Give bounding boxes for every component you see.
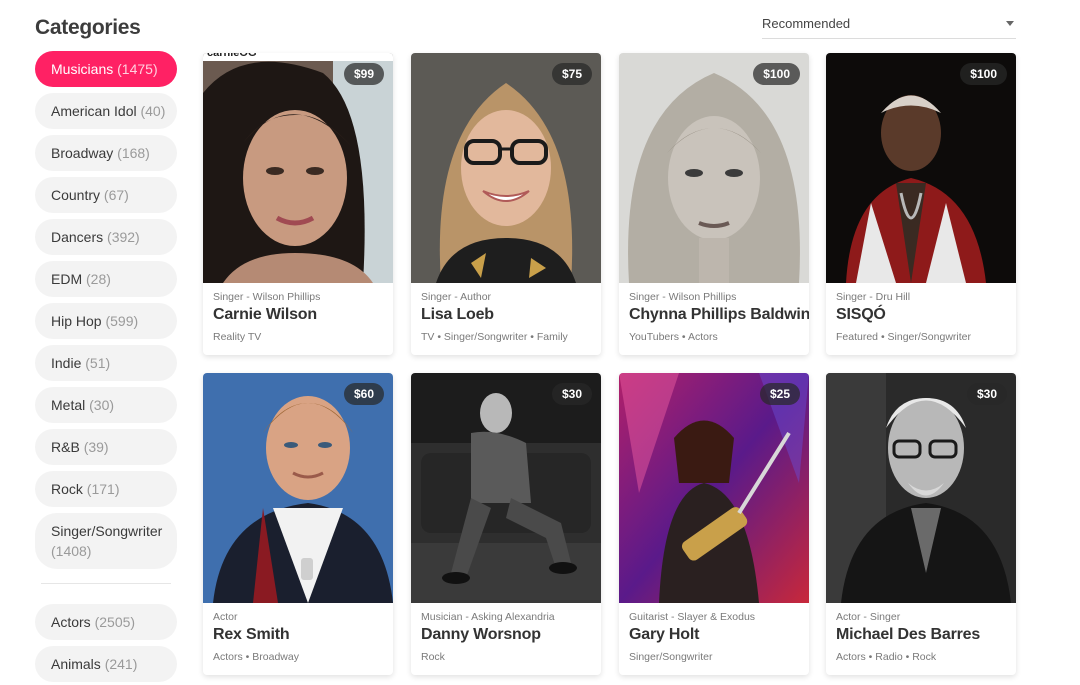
price-badge: $60 — [343, 383, 384, 405]
category-label: R&B — [51, 439, 80, 455]
category-count: (1475) — [117, 61, 158, 77]
talent-name: SISQÓ — [836, 306, 886, 323]
talent-photo — [411, 373, 601, 603]
category-count: (40) — [140, 103, 166, 119]
talent-name: Gary Holt — [629, 626, 700, 643]
talent-role: Musician - Asking Alexandria — [421, 611, 555, 623]
category-label: Animals — [51, 656, 101, 672]
chevron-down-icon — [1006, 21, 1014, 26]
talent-photo — [619, 53, 809, 283]
talent-tags: Actors • Radio • Rock — [836, 651, 937, 663]
category-count: (67) — [103, 187, 129, 203]
talent-tags: YouTubers • Actors — [629, 331, 718, 343]
talent-photo — [411, 53, 601, 283]
category-count: (1408) — [51, 543, 92, 559]
talent-tags: Rock — [421, 651, 445, 663]
price-badge: $30 — [551, 383, 592, 405]
talent-photo: carnieOG — [203, 53, 393, 283]
talent-name: Carnie Wilson — [213, 306, 317, 323]
talent-tags: Actors • Broadway — [213, 651, 299, 663]
category-count: (168) — [117, 145, 150, 161]
category-actors[interactable]: Actors (2505) — [35, 604, 177, 640]
category-label: Musicians — [51, 61, 114, 77]
talent-tags: Featured • Singer/Songwriter — [836, 331, 971, 343]
category-label: Country — [51, 187, 101, 203]
talent-name: Michael Des Barres — [836, 626, 981, 643]
talent-photo — [203, 373, 393, 603]
talent-role: Singer - Wilson Phillips — [213, 291, 321, 303]
category-metal[interactable]: Metal (30) — [35, 387, 177, 423]
talent-tags: Reality TV — [213, 331, 262, 343]
price-badge: $75 — [551, 63, 592, 85]
talent-photo — [826, 373, 1016, 603]
sort-selected-label: Recommended — [762, 16, 851, 31]
talent-role: Actor — [213, 611, 238, 623]
category-count: (2505) — [94, 614, 136, 630]
category-count: (39) — [83, 439, 109, 455]
category-count: (30) — [89, 397, 115, 413]
category-count: (28) — [86, 271, 111, 287]
talent-card-rex-smith[interactable]: $60 Actor Rex Smith Actors • Broadway — [203, 373, 393, 675]
category-indie[interactable]: Indie (51) — [35, 345, 177, 381]
price-badge: $100 — [753, 63, 800, 85]
sort-dropdown[interactable]: Recommended — [762, 8, 1016, 39]
category-label: Dancers — [51, 229, 104, 245]
category-label: Broadway — [51, 145, 114, 161]
category-rock[interactable]: Rock (171) — [35, 471, 177, 507]
talent-role: Singer - Author — [421, 291, 492, 303]
category-singer-songwriter[interactable]: Singer/Songwriter (1408) — [35, 513, 177, 569]
category-label: Indie — [51, 355, 82, 371]
talent-role: Guitarist - Slayer & Exodus — [629, 611, 756, 623]
categories-title: Categories — [35, 16, 141, 39]
category-label: Actors — [51, 614, 91, 630]
photo-watermark: carnieOG — [203, 53, 393, 61]
talent-card-michael-des-barres[interactable]: $30 Actor - Singer Michael Des Barres Ac… — [826, 373, 1016, 675]
category-rnb[interactable]: R&B (39) — [35, 429, 177, 465]
category-label: Singer/Songwriter — [51, 523, 163, 539]
talent-card-lisa-loeb[interactable]: $75 Singer - Author Lisa Loeb TV • Singe… — [411, 53, 601, 355]
talent-card-chynna-phillips-baldwin[interactable]: $100 Singer - Wilson Phillips Chynna Phi… — [619, 53, 809, 355]
category-label: Rock — [51, 481, 83, 497]
talent-card-gary-holt[interactable]: $25 Guitarist - Slayer & Exodus Gary Hol… — [619, 373, 809, 675]
talent-name: Chynna Phillips Baldwin — [629, 306, 809, 323]
category-count: (51) — [85, 355, 111, 371]
talent-card-danny-worsnop[interactable]: $30 Musician - Asking Alexandria Danny W… — [411, 373, 601, 675]
talent-photo — [619, 373, 809, 603]
talent-role: Actor - Singer — [836, 611, 901, 623]
talent-card-carnie-wilson[interactable]: carnieOG $99 Singer - Wilson Phillips Ca… — [203, 53, 393, 355]
price-badge: $99 — [343, 63, 384, 85]
category-label: Hip Hop — [51, 313, 102, 329]
price-badge: $30 — [966, 383, 1007, 405]
category-count: (392) — [107, 229, 140, 245]
category-label: American Idol — [51, 103, 137, 119]
category-label: Metal — [51, 397, 86, 413]
category-animals[interactable]: Animals (241) — [35, 646, 177, 682]
talent-role: Singer - Wilson Phillips — [629, 291, 737, 303]
price-badge: $100 — [960, 63, 1007, 85]
category-label: EDM — [51, 271, 83, 287]
category-count: (599) — [105, 313, 139, 329]
talent-name: Rex Smith — [213, 626, 290, 643]
category-dancers[interactable]: Dancers (392) — [35, 219, 177, 255]
category-american-idol[interactable]: American Idol (40) — [35, 93, 177, 129]
category-count: (171) — [86, 481, 120, 497]
talent-name: Lisa Loeb — [421, 306, 494, 323]
talent-tags: Singer/Songwriter — [629, 651, 713, 663]
price-badge: $25 — [759, 383, 800, 405]
category-edm[interactable]: EDM (28) — [35, 261, 177, 297]
talent-name: Danny Worsnop — [421, 626, 541, 643]
talent-card-sisqo[interactable]: $100 Singer - Dru Hill SISQÓ Featured • … — [826, 53, 1016, 355]
category-broadway[interactable]: Broadway (168) — [35, 135, 177, 171]
talent-role: Singer - Dru Hill — [836, 291, 911, 303]
talent-tags: TV • Singer/Songwriter • Family — [421, 331, 568, 343]
category-musicians[interactable]: Musicians (1475) — [35, 51, 177, 87]
talent-photo — [826, 53, 1016, 283]
category-count: (241) — [104, 656, 138, 672]
category-divider — [41, 583, 171, 584]
category-hip-hop[interactable]: Hip Hop (599) — [35, 303, 177, 339]
category-list: Musicians (1475) American Idol (40) Broa… — [35, 51, 177, 685]
category-country[interactable]: Country (67) — [35, 177, 177, 213]
